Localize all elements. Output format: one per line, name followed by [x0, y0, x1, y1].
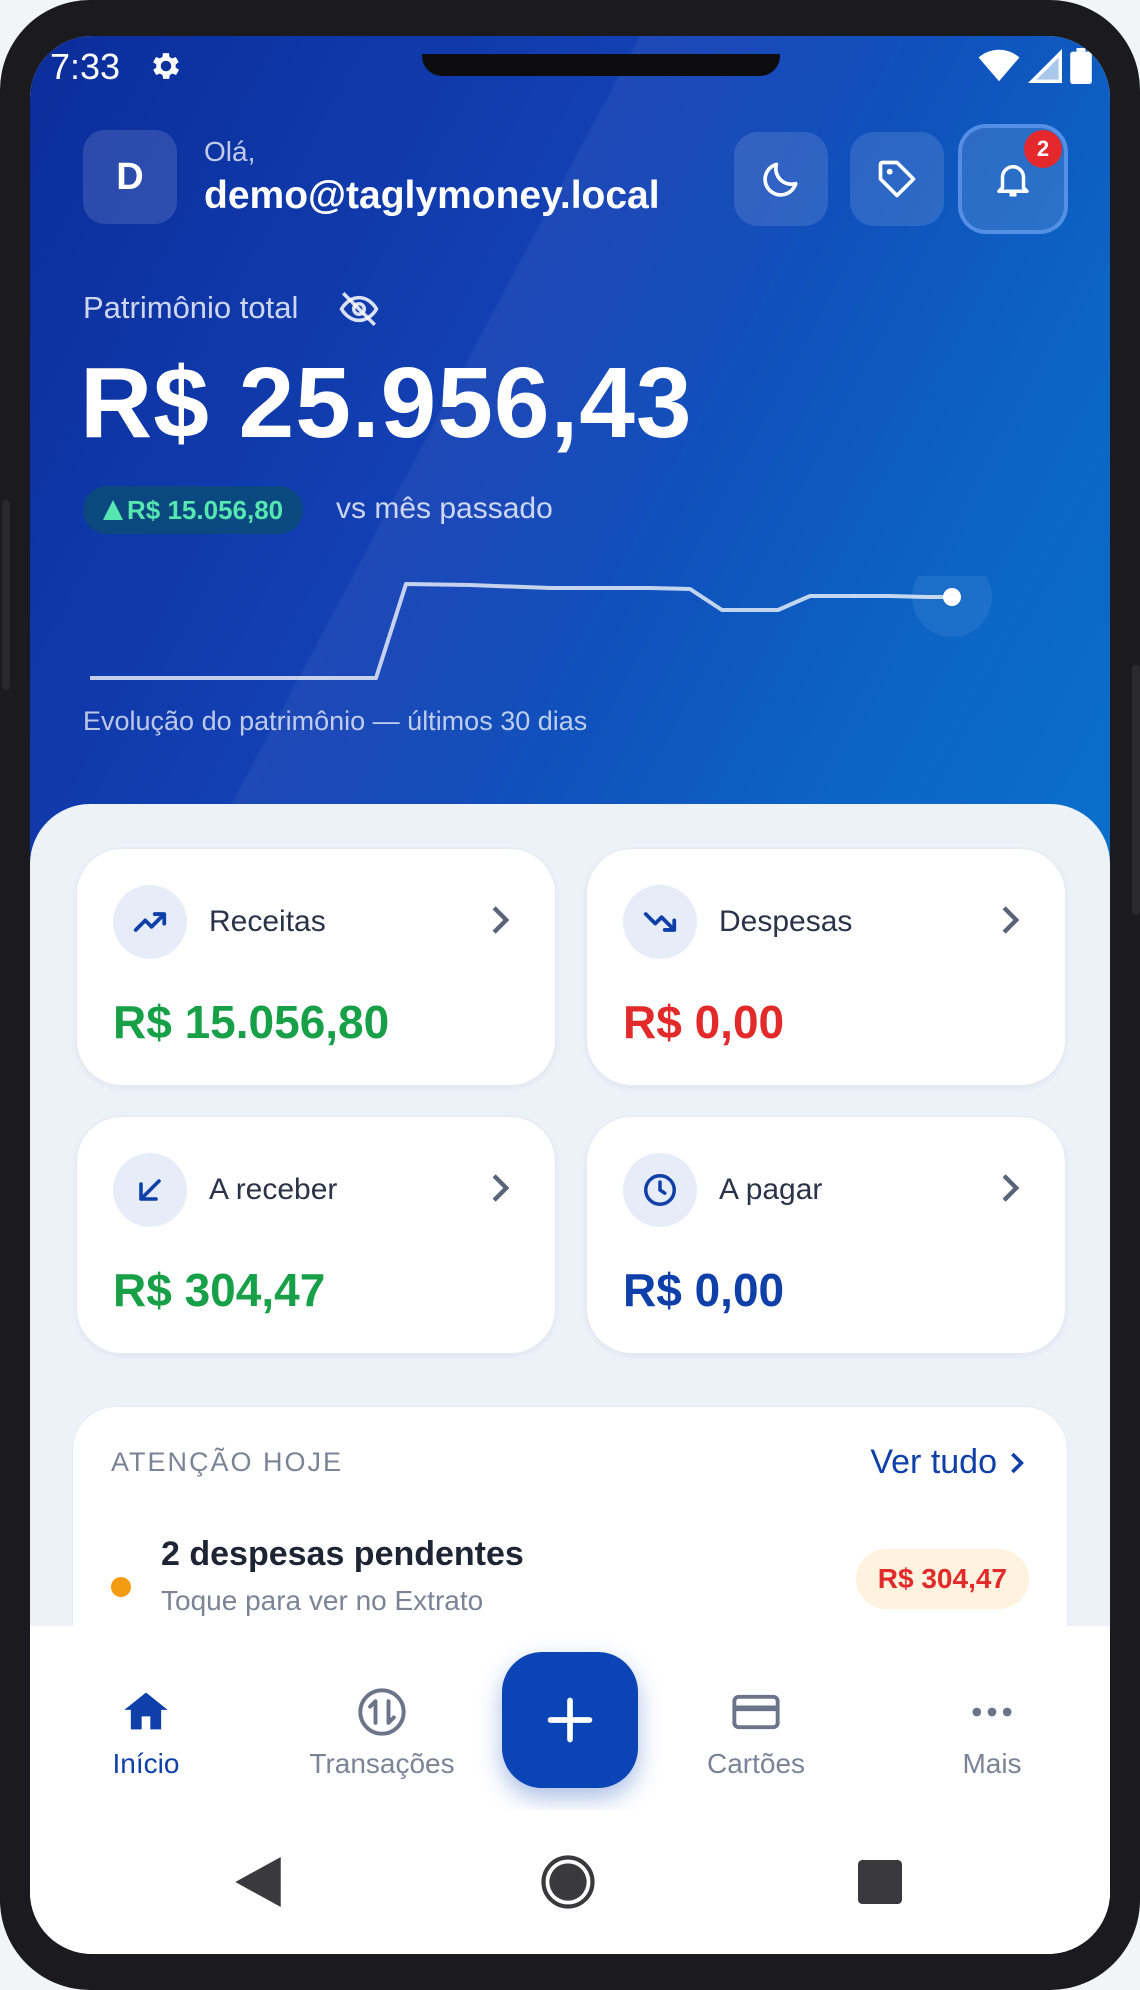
- moon-icon: [763, 162, 798, 197]
- sparkline-line: [90, 582, 950, 680]
- ver-tudo-link[interactable]: Ver tudo: [870, 1443, 1025, 1482]
- nav-cartoes-label: Cartões: [706, 1748, 806, 1779]
- credit-card-icon: [732, 1694, 780, 1730]
- settings-gear-icon: [153, 53, 180, 79]
- battery-icon: [1070, 48, 1092, 84]
- warning-dot: [111, 1577, 131, 1597]
- nav-inicio[interactable]: Início: [46, 1686, 246, 1780]
- receitas-card[interactable]: Receitas R$ 15.056,80: [76, 848, 556, 1086]
- add-transaction-button[interactable]: [502, 1652, 638, 1788]
- pending-amount-badge: R$ 304,47: [855, 1549, 1029, 1609]
- home-icon: [124, 1692, 168, 1730]
- nav-cartoes[interactable]: Cartões: [656, 1686, 856, 1780]
- avatar[interactable]: D: [83, 130, 177, 224]
- chevron-right-icon: [1002, 906, 1020, 934]
- chevron-right-icon: [1002, 1174, 1020, 1202]
- chevron-right-icon: [492, 906, 510, 934]
- total-balance: R$ 25.956,43: [80, 347, 693, 459]
- camera-notch: [422, 54, 780, 76]
- chart-caption: Evolução do patrimônio — últimos 30 dias: [83, 706, 588, 736]
- nav-mais-label: Mais: [962, 1748, 1022, 1779]
- pending-item-subtitle: Toque para ver no Extrato: [161, 1585, 484, 1616]
- sparkline-endpoint-halo: [912, 576, 992, 637]
- a-pagar-icon-wrap: [623, 1153, 697, 1227]
- back-triangle-icon: [235, 1857, 281, 1907]
- more-horizontal-icon: [972, 1707, 1012, 1717]
- status-time: 7:33: [50, 46, 121, 87]
- trending-down-icon: [643, 912, 677, 932]
- notifications-button[interactable]: 2: [958, 124, 1068, 234]
- greeting-text: Olá,: [204, 136, 256, 167]
- a-receber-icon-wrap: [113, 1153, 187, 1227]
- dark-mode-button[interactable]: [734, 132, 828, 226]
- phone-side-button: [1132, 665, 1140, 915]
- a-receber-label: A receber: [209, 1173, 338, 1206]
- a-receber-card[interactable]: A receber R$ 304,47: [76, 1116, 556, 1354]
- arrow-down-left-icon: [139, 1179, 161, 1201]
- patrimonio-label: Patrimônio total: [83, 290, 299, 325]
- despesas-icon-wrap: [623, 885, 697, 959]
- plus-icon: [547, 1697, 593, 1743]
- user-email: demo@taglymoney.local: [204, 174, 660, 217]
- nav-transacoes-label: Transações: [309, 1748, 455, 1779]
- nav-inicio-label: Início: [112, 1748, 180, 1779]
- delta-caption: vs mês passado: [336, 492, 553, 525]
- tags-button[interactable]: [850, 132, 944, 226]
- chevron-right-icon: [1011, 1452, 1024, 1473]
- nav-transacoes[interactable]: Transações: [282, 1686, 482, 1780]
- notification-badge: 2: [1024, 130, 1062, 168]
- chevron-right-icon: [492, 1174, 510, 1202]
- a-pagar-card[interactable]: A pagar R$ 0,00: [586, 1116, 1066, 1354]
- delta-badge: R$ 15.056,80: [83, 486, 304, 534]
- delta-value: R$ 15.056,80: [127, 494, 284, 525]
- a-receber-value: R$ 304,47: [113, 1264, 326, 1316]
- eye-off-icon[interactable]: [338, 288, 380, 330]
- system-navigation-bar: [30, 1810, 1110, 1954]
- ver-tudo-label: Ver tudo: [870, 1443, 997, 1481]
- system-recents-button[interactable]: [850, 1852, 910, 1912]
- hero-header: 7:33 D Olá, demo@taglymoney.local 2 Patr…: [30, 36, 1110, 866]
- phone-side-button: [2, 500, 10, 690]
- despesas-label: Despesas: [719, 905, 853, 938]
- despesas-card[interactable]: Despesas R$ 0,00: [586, 848, 1066, 1086]
- system-home-button[interactable]: [538, 1852, 598, 1912]
- a-pagar-label: A pagar: [719, 1173, 823, 1206]
- cell-signal-icon: [1028, 49, 1062, 83]
- wifi-icon: [978, 49, 1020, 82]
- a-pagar-value: R$ 0,00: [623, 1264, 785, 1316]
- clock-icon: [644, 1174, 676, 1206]
- tag-icon: [878, 160, 916, 198]
- attention-title: ATENÇÃO HOJE: [111, 1447, 344, 1477]
- receitas-icon-wrap: [113, 885, 187, 959]
- despesas-value: R$ 0,00: [623, 996, 785, 1048]
- receitas-value: R$ 15.056,80: [113, 996, 390, 1048]
- recents-square-icon: [858, 1860, 902, 1904]
- trending-up-icon: [133, 912, 167, 932]
- pending-item-title[interactable]: 2 despesas pendentes: [161, 1535, 524, 1574]
- nav-mais[interactable]: Mais: [892, 1686, 1092, 1780]
- receitas-label: Receitas: [209, 905, 326, 938]
- swap-vertical-icon: [358, 1688, 406, 1736]
- bell-icon: [997, 165, 1029, 197]
- sparkline-endpoint: [943, 588, 961, 606]
- status-icons: [978, 48, 1092, 84]
- arrow-up-icon: [103, 500, 123, 520]
- app-screen: 7:33 D Olá, demo@taglymoney.local 2 Patr…: [30, 36, 1110, 1954]
- system-back-button[interactable]: [228, 1852, 288, 1912]
- home-circle-icon: [541, 1855, 595, 1909]
